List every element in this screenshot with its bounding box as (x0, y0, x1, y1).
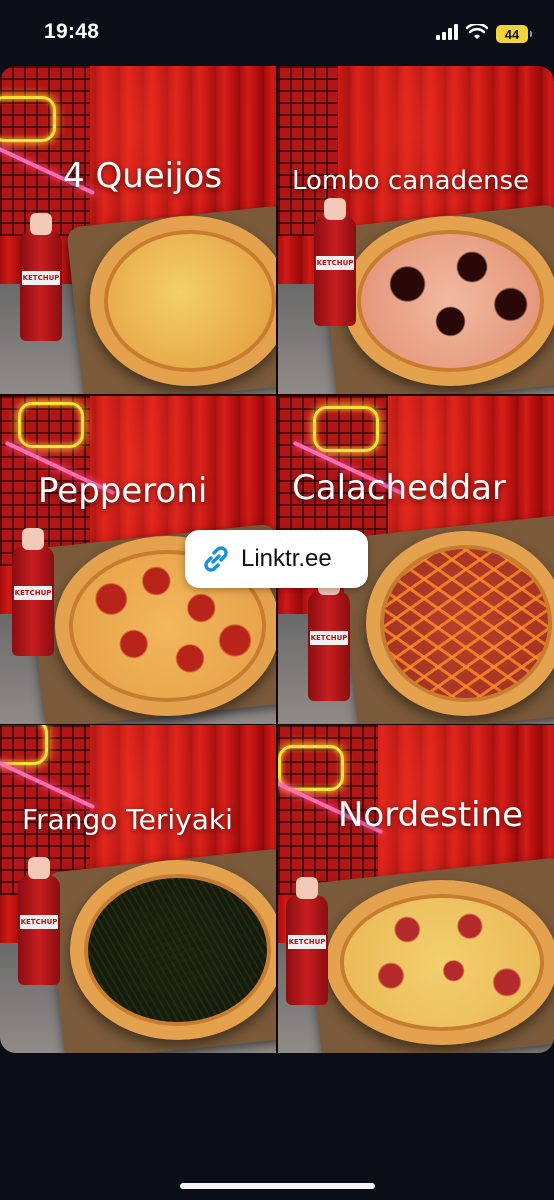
ketchup-bottle (18, 857, 60, 985)
status-icons: 44 (436, 22, 532, 44)
pizza (326, 880, 554, 1045)
pizza-tile-lombo-canadense: Lombo canadense (278, 66, 554, 394)
pizza (90, 216, 276, 386)
battery-level: 44 (504, 26, 520, 42)
tile-label: Calacheddar (292, 468, 506, 508)
tile-label: Lombo canadense (292, 166, 530, 196)
neon-sign (0, 725, 48, 765)
neon-sign (0, 96, 56, 142)
pizza-tile-nordestine: Nordestine (278, 725, 554, 1053)
status-time: 19:48 (44, 20, 100, 43)
neon-sign (278, 745, 344, 791)
pizza (366, 531, 554, 716)
home-indicator[interactable] (180, 1183, 375, 1189)
tile-label: Frango Teriyaki (22, 803, 233, 836)
link-text: Linktr.ee (241, 545, 332, 572)
ketchup-bottle (20, 213, 62, 341)
wall-grid (0, 66, 90, 236)
battery-icon: 44 (496, 25, 532, 43)
pizza-tile-frango-teriyaki: Frango Teriyaki (0, 725, 276, 1053)
tile-label: Nordestine (338, 795, 524, 835)
link-sticker[interactable]: Linktr.ee (185, 530, 368, 588)
neon-sign (313, 406, 379, 452)
pizza-tile-4-queijos: 4 Queijos (0, 66, 276, 394)
wifi-icon (465, 22, 489, 44)
link-icon (199, 542, 233, 576)
ketchup-bottle (12, 528, 54, 656)
status-bar: 19:48 44 (0, 0, 554, 66)
pizza (343, 216, 554, 386)
neon-sign (18, 402, 84, 448)
ketchup-bottle (314, 198, 356, 326)
ketchup-bottle (286, 877, 328, 1005)
tile-label: 4 Queijos (63, 156, 223, 196)
signal-icon (436, 24, 458, 44)
pizza (70, 860, 276, 1040)
tile-label: Pepperoni (38, 471, 208, 511)
ketchup-bottle (308, 573, 350, 701)
